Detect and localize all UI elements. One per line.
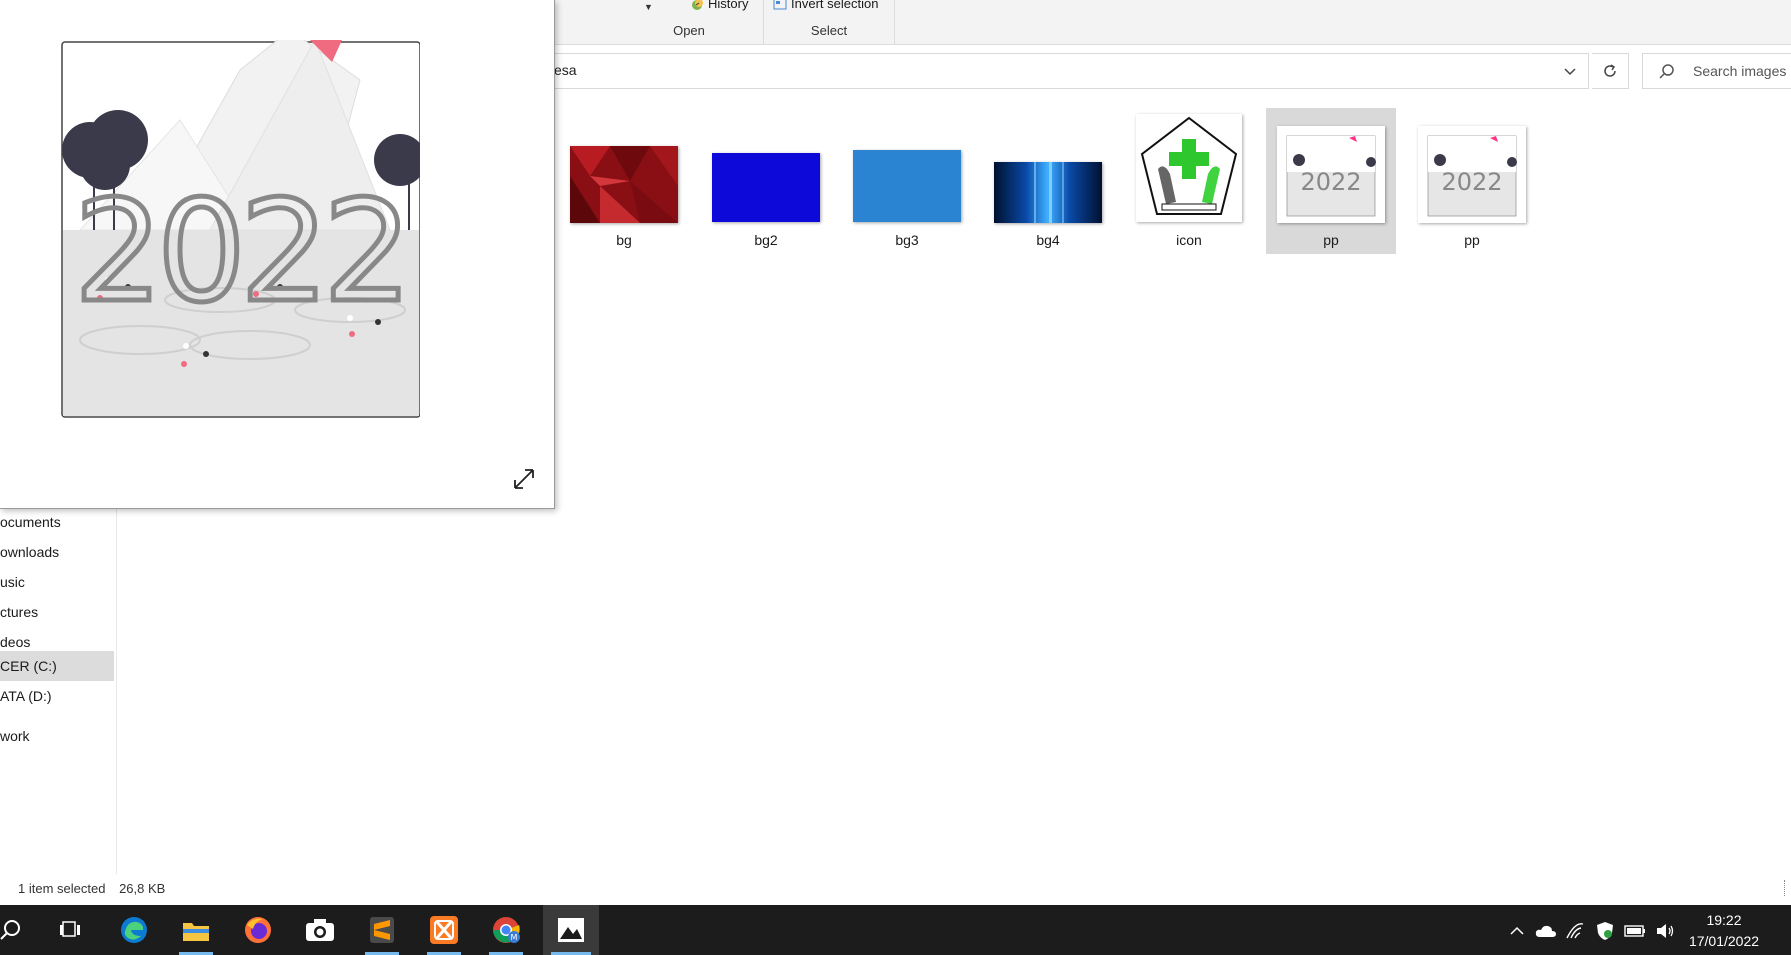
chevron-up-icon bbox=[1510, 926, 1524, 935]
file-label: pp bbox=[1464, 232, 1480, 248]
clock-date: 17/01/2022 bbox=[1688, 933, 1760, 949]
open-group: Open bbox=[615, 0, 764, 44]
navigation-pane: ocuments ownloads usic ctures deos CER (… bbox=[0, 508, 117, 874]
sublime-text-button[interactable] bbox=[357, 905, 407, 955]
address-path: esa bbox=[554, 62, 577, 78]
nav-item-music[interactable]: usic bbox=[0, 568, 114, 596]
svg-text:M: M bbox=[511, 933, 518, 942]
security-button[interactable] bbox=[1594, 920, 1616, 942]
nav-item-documents[interactable]: ocuments bbox=[0, 508, 114, 536]
open-group-label: Open bbox=[673, 23, 705, 38]
selection-size: 26,8 KB bbox=[119, 881, 166, 896]
thumbnail-year-text: 2022 bbox=[1441, 168, 1502, 196]
preview-image: 2022 bbox=[61, 40, 420, 418]
xampp-icon bbox=[430, 916, 458, 944]
edge-button[interactable] bbox=[109, 905, 159, 955]
file-item-bg[interactable]: bg bbox=[559, 108, 689, 254]
search-placeholder: Search images bbox=[1693, 63, 1787, 79]
search-input[interactable]: Search images bbox=[1642, 53, 1791, 89]
clock[interactable]: 19:22 17/01/2022 bbox=[1676, 910, 1772, 952]
photos-icon bbox=[558, 918, 584, 942]
image-thumbnail bbox=[1136, 114, 1242, 222]
nav-item-drive-d[interactable]: ATA (D:) bbox=[0, 682, 114, 710]
address-bar[interactable]: esa bbox=[548, 53, 1589, 89]
firefox-button[interactable] bbox=[233, 905, 283, 955]
image-thumbnail bbox=[712, 153, 820, 222]
battery-button[interactable] bbox=[1624, 920, 1646, 942]
file-item-icon[interactable]: icon bbox=[1124, 108, 1254, 254]
photos-button[interactable] bbox=[543, 905, 599, 955]
file-label: pp bbox=[1323, 232, 1339, 248]
edge-icon bbox=[121, 917, 147, 943]
preview-year-text: 2022 bbox=[74, 171, 406, 334]
image-preview-popup: 2022 bbox=[0, 0, 555, 509]
file-item-pp[interactable]: 2022 pp bbox=[1407, 108, 1537, 254]
chrome-button[interactable]: M bbox=[481, 905, 531, 955]
taskbar: M 19:22 17/01/2022 bbox=[0, 905, 1791, 955]
resize-grip[interactable] bbox=[1784, 880, 1791, 896]
file-label: bg4 bbox=[1036, 232, 1060, 248]
image-thumbnail bbox=[853, 150, 961, 222]
shield-icon bbox=[1597, 922, 1613, 940]
chevron-down-icon[interactable] bbox=[1562, 63, 1578, 79]
speaker-icon bbox=[1657, 924, 1674, 938]
image-thumbnail: 2022 bbox=[1418, 126, 1526, 223]
nav-item-network[interactable]: work bbox=[0, 722, 114, 750]
expand-icon[interactable] bbox=[511, 466, 537, 492]
task-view-button[interactable] bbox=[45, 905, 95, 955]
show-hidden-icons-button[interactable] bbox=[1506, 920, 1528, 942]
cloud-icon bbox=[1535, 925, 1556, 937]
image-thumbnail bbox=[994, 162, 1102, 223]
thumbnail-year-text: 2022 bbox=[1300, 168, 1361, 196]
camera-button[interactable] bbox=[295, 905, 345, 955]
chrome-icon: M bbox=[493, 917, 520, 943]
nav-item-pictures[interactable]: ctures bbox=[0, 598, 114, 626]
clock-time: 19:22 bbox=[1706, 912, 1742, 928]
select-group: Select bbox=[764, 0, 895, 44]
task-view-icon bbox=[60, 921, 80, 937]
file-item-bg4[interactable]: bg4 bbox=[983, 108, 1113, 254]
file-item-bg3[interactable]: bg3 bbox=[842, 108, 972, 254]
file-label: icon bbox=[1176, 232, 1202, 248]
file-label: bg bbox=[616, 232, 632, 248]
refresh-button[interactable] bbox=[1592, 53, 1629, 89]
file-item-bg2[interactable]: bg2 bbox=[701, 108, 831, 254]
status-bar: 1 item selected 26,8 KB bbox=[18, 881, 175, 896]
wifi-icon bbox=[1566, 923, 1584, 939]
selection-count: 1 item selected bbox=[18, 881, 106, 896]
camera-icon bbox=[306, 919, 334, 941]
image-thumbnail bbox=[570, 146, 678, 223]
select-group-label: Select bbox=[810, 23, 848, 38]
search-icon bbox=[0, 920, 20, 940]
taskbar-search-button[interactable] bbox=[0, 905, 36, 955]
image-thumbnail: 2022 bbox=[1277, 126, 1385, 223]
refresh-icon bbox=[1604, 64, 1616, 77]
onedrive-button[interactable] bbox=[1535, 920, 1557, 942]
nav-item-drive-c[interactable]: CER (C:) bbox=[0, 651, 114, 681]
file-label: bg3 bbox=[895, 232, 919, 248]
xampp-button[interactable] bbox=[419, 905, 469, 955]
file-item-pp-selected[interactable]: 2022 pp bbox=[1266, 108, 1396, 254]
firefox-icon bbox=[245, 917, 271, 943]
sublime-text-icon bbox=[370, 917, 394, 943]
file-explorer-icon bbox=[183, 923, 209, 941]
file-explorer-button[interactable] bbox=[171, 905, 221, 955]
network-button[interactable] bbox=[1564, 920, 1586, 942]
search-icon bbox=[1659, 64, 1674, 79]
volume-button[interactable] bbox=[1654, 920, 1676, 942]
nav-item-downloads[interactable]: ownloads bbox=[0, 538, 114, 566]
battery-icon bbox=[1624, 925, 1645, 937]
file-label: bg2 bbox=[754, 232, 778, 248]
